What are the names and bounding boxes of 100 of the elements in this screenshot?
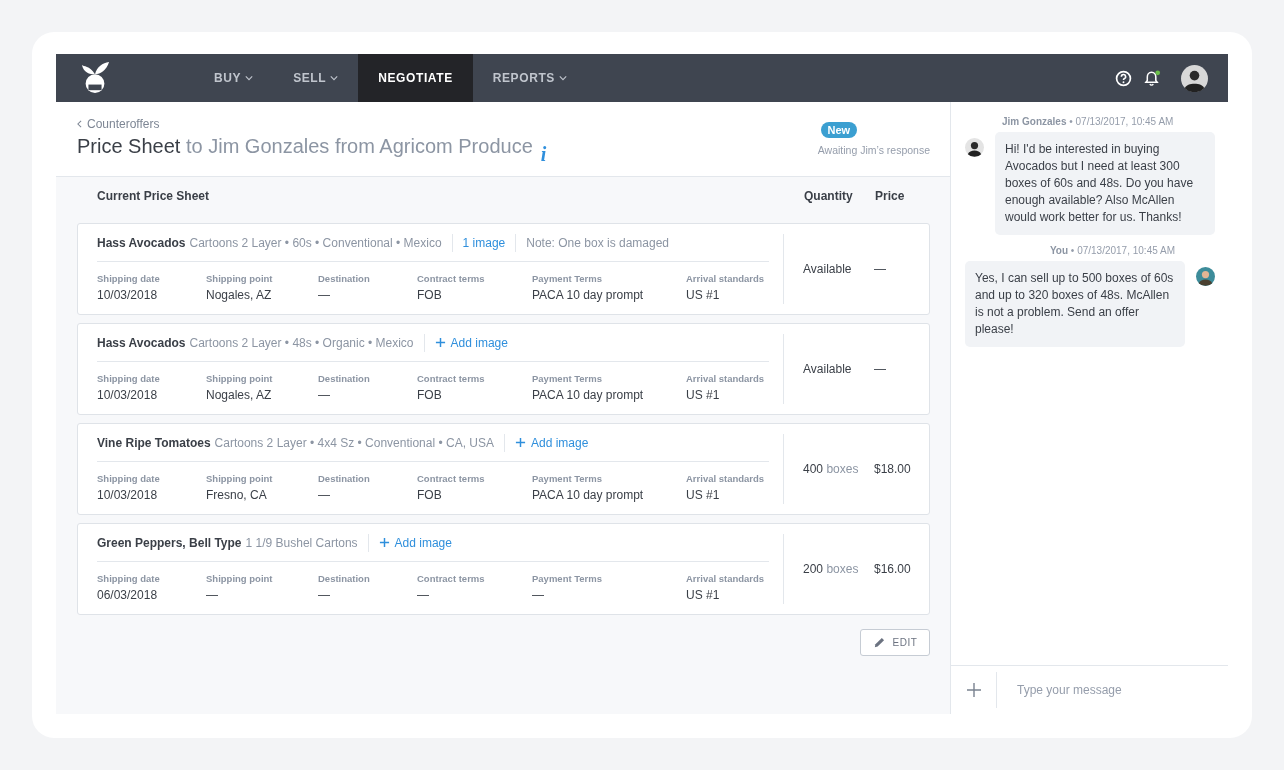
product-description: 1 1/9 Bushel Cartons: [245, 535, 358, 550]
field-value: 10/03/2018: [97, 388, 159, 402]
field-value: US #1: [686, 288, 721, 302]
product-name: Vine Ripe Tomatoes: [97, 435, 211, 450]
field-value: 10/03/2018: [97, 488, 159, 502]
field-label: Arrival standards: [686, 273, 766, 284]
field-value: Nogales, AZ: [206, 288, 273, 302]
plus-icon: [378, 537, 390, 548]
product-name: Hass Avocados: [97, 235, 186, 250]
field-value: PACA 10 day prompt: [532, 488, 645, 502]
user-avatar[interactable]: [1181, 64, 1208, 92]
note-text: Note: One box is damaged: [526, 235, 670, 250]
price-text: $18.00: [874, 462, 911, 476]
caret-icon: [245, 75, 254, 81]
nav-tab[interactable]: REPORTS: [472, 54, 587, 102]
field-value: US #1: [686, 488, 721, 502]
price-text: —: [874, 262, 886, 276]
page-title: Price Sheet to Jim Gonzales from Agricom Produce: [77, 135, 533, 158]
field-value: 10/03/2018: [97, 288, 159, 302]
field-value: FOB: [417, 488, 443, 502]
product-description: Cartoons 2 Layer • 4x4 Sz • Conventional • CA, USA: [214, 435, 494, 450]
back-link[interactable]: Counteroffers: [77, 117, 533, 131]
field-label: Shipping point: [206, 273, 274, 284]
field-value: FOB: [417, 388, 443, 402]
field-label: Payment Terms: [532, 473, 604, 484]
field-label: Destination: [318, 373, 371, 384]
field-label: Payment Terms: [532, 273, 604, 284]
product-description: Cartoons 2 Layer • 60s • Conventional • Mexico: [189, 235, 442, 250]
edit-button[interactable]: EDIT: [860, 629, 930, 656]
field-label: Arrival standards: [686, 573, 766, 584]
status-badge: New: [820, 122, 858, 138]
field-value: —: [417, 588, 430, 602]
quantity-text: Available: [802, 362, 853, 376]
field-label: Arrival standards: [686, 473, 766, 484]
field-value: PACA 10 day prompt: [532, 388, 645, 402]
pencil-icon: [872, 636, 886, 649]
field-label: Shipping date: [97, 473, 161, 484]
field-label: Contract terms: [417, 573, 486, 584]
field-value: —: [318, 288, 331, 302]
nav-tab[interactable]: SELL: [273, 54, 359, 102]
field-label: Contract terms: [417, 473, 486, 484]
field-value: —: [318, 388, 331, 402]
quantity-text: 200 boxes: [802, 562, 860, 576]
field-label: Destination: [318, 573, 371, 584]
field-value: 06/03/2018: [97, 588, 159, 602]
field-label: Shipping date: [97, 273, 161, 284]
field-label: Contract terms: [417, 273, 486, 284]
plus-icon: [515, 437, 526, 448]
field-value: FOB: [417, 288, 443, 302]
field-value: —: [206, 588, 219, 602]
field-value: US #1: [686, 588, 721, 602]
field-label: Contract terms: [417, 373, 486, 384]
field-value: —: [318, 488, 331, 502]
sender-avatar: [1196, 267, 1215, 286]
add-image-link[interactable]: Add image: [434, 335, 508, 350]
add-image-link[interactable]: Add image: [378, 535, 452, 550]
column-header: Price: [875, 189, 905, 203]
price-text: $16.00: [874, 562, 911, 576]
help-icon[interactable]: [1115, 69, 1132, 87]
quantity-text: Available: [802, 262, 853, 276]
field-label: Shipping date: [97, 573, 161, 584]
chevron-left-icon: [77, 120, 82, 128]
caret-icon: [330, 75, 339, 81]
field-label: Destination: [318, 473, 371, 484]
logo-icon[interactable]: [80, 61, 110, 95]
nav-tab[interactable]: BUY: [194, 54, 274, 102]
field-value: Fresno, CA: [206, 488, 268, 502]
message-meta: You • 07/13/2017, 10:45 AM: [1049, 245, 1176, 256]
price-text: —: [874, 362, 886, 376]
product-name: Hass Avocados: [97, 335, 186, 350]
column-header: Quantity: [804, 189, 854, 203]
quantity-text: 400 boxes: [802, 462, 860, 476]
field-value: —: [532, 588, 545, 602]
field-label: Shipping point: [206, 473, 274, 484]
notification-bell-icon[interactable]: [1144, 69, 1161, 87]
status-text: Awaiting Jim’s response: [817, 144, 930, 156]
field-value: US #1: [686, 388, 721, 402]
field-label: Shipping point: [206, 573, 274, 584]
info-button[interactable]: i: [538, 143, 549, 165]
product-name: Green Peppers, Bell Type: [97, 535, 242, 550]
plus-icon: [966, 683, 981, 697]
field-label: Arrival standards: [686, 373, 766, 384]
message-bubble: Hi! I'd be interested in buying Avocados but I need at least 300 boxes of 60s and 48s. Do you have enough available? Also McAllen would work better for us. Thanks!: [995, 132, 1215, 235]
column-header: Current Price Sheet: [96, 189, 211, 203]
add-image-link[interactable]: Add image: [515, 435, 589, 450]
sender-avatar: [965, 138, 984, 157]
field-value: —: [318, 588, 331, 602]
product-description: Cartoons 2 Layer • 48s • Organic • Mexico: [189, 335, 414, 350]
message-meta: Jim Gonzales • 07/13/2017, 10:45 AM: [1001, 116, 1175, 127]
field-label: Shipping point: [206, 373, 274, 384]
field-label: Payment Terms: [532, 373, 604, 384]
image-link[interactable]: 1 image: [462, 235, 506, 250]
nav-tab[interactable]: NEGOTIATE: [358, 54, 473, 102]
field-value: PACA 10 day prompt: [532, 288, 645, 302]
message-bubble: Yes, I can sell up to 500 boxes of 60s and up to 320 boxes of 48s. McAllen is not a problem. Send an offer please!: [965, 261, 1185, 347]
field-label: Destination: [318, 273, 371, 284]
caret-icon: [558, 75, 567, 81]
plus-icon: [434, 337, 446, 348]
field-label: Payment Terms: [532, 573, 604, 584]
field-value: Nogales, AZ: [206, 388, 273, 402]
